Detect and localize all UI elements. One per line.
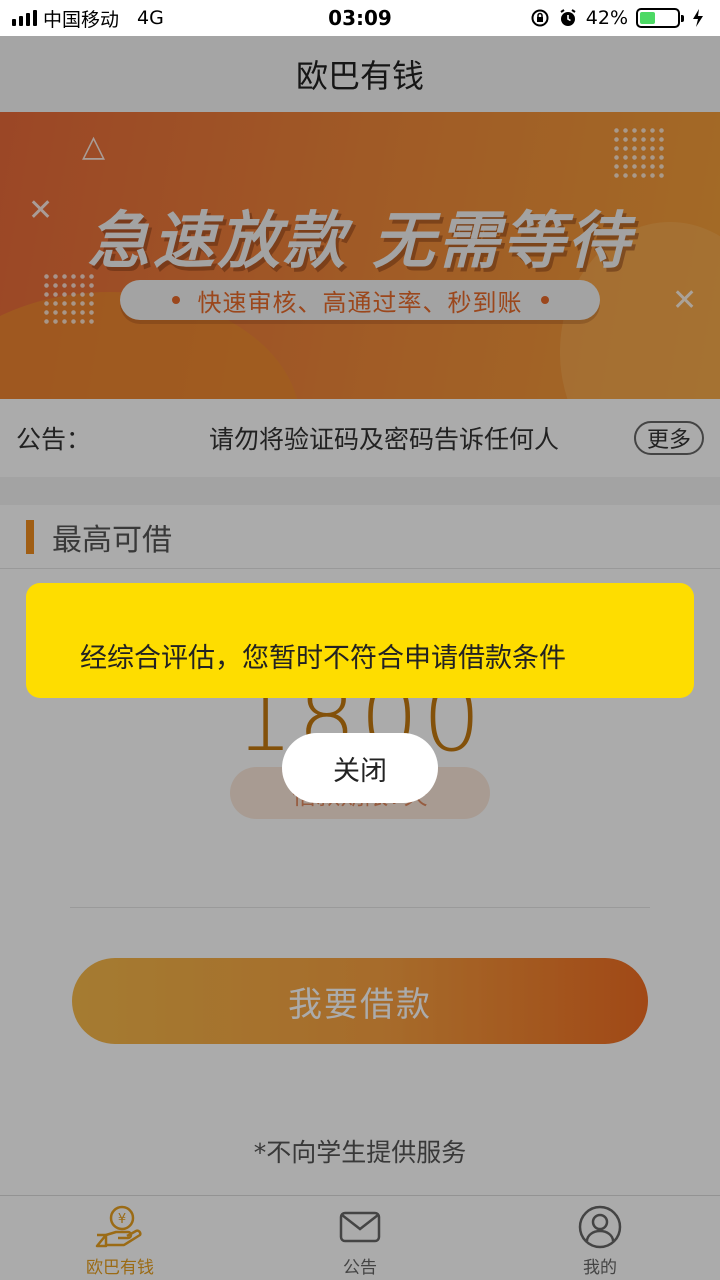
carrier-name: 中国移动 bbox=[43, 8, 120, 31]
battery-icon bbox=[636, 8, 684, 28]
battery-percent: 42% bbox=[585, 7, 628, 29]
charging-bolt-icon bbox=[688, 8, 708, 28]
eligibility-message: 经综合评估，您暂时不符合申请借款条件 bbox=[26, 583, 694, 698]
rotation-lock-icon bbox=[530, 8, 550, 28]
close-button[interactable]: 关闭 bbox=[282, 733, 438, 803]
signal-icon bbox=[12, 10, 37, 26]
status-bar: 中国移动 4G 03:09 42% bbox=[0, 0, 720, 36]
network-type: 4G bbox=[137, 7, 164, 29]
alarm-icon bbox=[558, 8, 578, 28]
